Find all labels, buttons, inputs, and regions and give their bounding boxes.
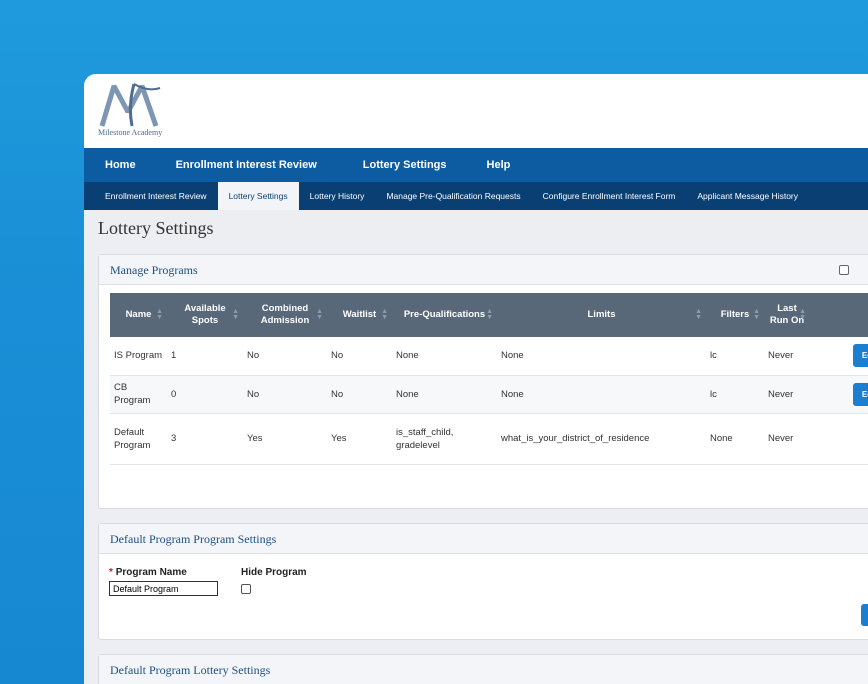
cell-prequal: is_staff_child, gradelevel bbox=[392, 413, 497, 465]
cell-filters: lc bbox=[706, 375, 764, 414]
sort-icon: ▲ ▼ bbox=[156, 308, 163, 321]
subnav-manage-prequalification-requests[interactable]: Manage Pre-Qualification Requests bbox=[375, 182, 531, 210]
cell-name: CB Program bbox=[110, 375, 167, 414]
save-button[interactable] bbox=[861, 604, 868, 626]
col-header-limits[interactable]: Limits ▲ ▼ bbox=[497, 293, 706, 337]
table-row: Default Program 3 Yes Yes is_staff_child… bbox=[110, 413, 868, 465]
cell-combined: Yes bbox=[243, 413, 327, 465]
table-row: IS Program 1 No No None None lc Never Ed… bbox=[110, 337, 868, 376]
cell-filters: lc bbox=[706, 337, 764, 376]
subnav-enrollment-interest-review[interactable]: Enrollment Interest Review bbox=[94, 182, 218, 210]
sort-icon: ▲ ▼ bbox=[486, 308, 493, 321]
cell-spots: 1 bbox=[167, 337, 243, 376]
col-header-pre-qualifications[interactable]: Pre-Qualifications ▲ ▼ bbox=[392, 293, 497, 337]
nav-enrollment-interest-review[interactable]: Enrollment Interest Review bbox=[156, 148, 337, 182]
subnav-lottery-history[interactable]: Lottery History bbox=[299, 182, 376, 210]
cell-name: Default Program bbox=[110, 413, 167, 465]
col-header-name[interactable]: Name ▲ ▼ bbox=[110, 293, 167, 337]
sort-icon: ▲ ▼ bbox=[799, 308, 806, 321]
panel-title: Default Program Lottery Settings bbox=[110, 663, 271, 677]
program-settings-header: Default Program Program Settings bbox=[99, 524, 868, 554]
manage-programs-header: Manage Programs bbox=[99, 255, 868, 285]
edit-button[interactable]: Edit bbox=[852, 344, 868, 368]
hide-program-checkbox[interactable] bbox=[241, 584, 251, 594]
sub-nav: Enrollment Interest Review Lottery Setti… bbox=[84, 182, 868, 210]
select-all-checkbox[interactable] bbox=[839, 265, 849, 275]
col-header-actions bbox=[810, 293, 868, 337]
manage-programs-panel: Manage Programs Name ▲ ▼ Available Spots ▲ ▼… bbox=[98, 254, 868, 509]
cell-filters: None bbox=[706, 413, 764, 465]
col-header-combined-admission[interactable]: Combined Admission ▲ ▼ bbox=[243, 293, 327, 337]
col-header-available-spots[interactable]: Available Spots ▲ ▼ bbox=[167, 293, 243, 337]
sort-icon: ▲ ▼ bbox=[232, 308, 239, 321]
nav-help[interactable]: Help bbox=[467, 148, 531, 182]
cell-waitlist: No bbox=[327, 375, 392, 414]
panel-title: Manage Programs bbox=[110, 263, 198, 277]
cell-last-run: Never bbox=[764, 337, 810, 376]
cell-limits: None bbox=[497, 375, 706, 414]
cell-prequal: None bbox=[392, 337, 497, 376]
header-logo-bar: Milestone Academy bbox=[84, 74, 868, 148]
nav-home[interactable]: Home bbox=[84, 148, 156, 182]
cell-actions: Edit bbox=[810, 337, 868, 376]
cell-waitlist: Yes bbox=[327, 413, 392, 465]
main-nav: Home Enrollment Interest Review Lottery … bbox=[84, 148, 868, 182]
hide-program-label: Hide Program bbox=[241, 567, 307, 578]
required-mark: * bbox=[109, 567, 113, 578]
brand-name: Milestone Academy bbox=[98, 128, 163, 137]
edit-button[interactable]: Edit bbox=[852, 382, 868, 406]
cell-combined: No bbox=[243, 375, 327, 414]
cell-prequal: None bbox=[392, 375, 497, 414]
page-title: Lottery Settings bbox=[98, 218, 214, 238]
sort-icon: ▲ ▼ bbox=[695, 308, 702, 321]
lottery-settings-panel: Default Program Lottery Settings bbox=[98, 654, 868, 684]
cell-last-run: Never bbox=[764, 375, 810, 414]
program-name-input[interactable]: Default Program bbox=[109, 581, 218, 596]
app-window: Milestone Academy Home Enrollment Intere… bbox=[84, 74, 868, 684]
program-settings-panel: Default Program Program Settings * Progr… bbox=[98, 523, 868, 640]
col-header-waitlist[interactable]: Waitlist ▲ ▼ bbox=[327, 293, 392, 337]
panel-title: Default Program Program Settings bbox=[110, 532, 277, 546]
subnav-applicant-message-history[interactable]: Applicant Message History bbox=[686, 182, 809, 210]
subnav-lottery-settings[interactable]: Lottery Settings bbox=[217, 182, 299, 210]
cell-last-run: Never bbox=[764, 413, 810, 465]
programs-table: Name ▲ ▼ Available Spots ▲ ▼ Combined Admiss… bbox=[110, 293, 868, 465]
sort-icon: ▲ ▼ bbox=[753, 308, 760, 321]
program-name-label: * Program Name bbox=[109, 567, 187, 578]
cell-name: IS Program bbox=[110, 337, 167, 376]
cell-actions: Edit bbox=[810, 375, 868, 414]
table-row: CB Program 0 No No None None lc Never Ed… bbox=[110, 375, 868, 414]
table-header-row: Name ▲ ▼ Available Spots ▲ ▼ Combined Admiss… bbox=[110, 293, 868, 337]
nav-lottery-settings[interactable]: Lottery Settings bbox=[343, 148, 467, 182]
cell-spots: 0 bbox=[167, 375, 243, 414]
cell-waitlist: No bbox=[327, 337, 392, 376]
cell-actions bbox=[810, 413, 868, 465]
cell-spots: 3 bbox=[167, 413, 243, 465]
sort-icon: ▲ ▼ bbox=[316, 308, 323, 321]
cell-limits: what_is_your_district_of_residence bbox=[497, 413, 706, 465]
sort-icon: ▲ ▼ bbox=[381, 308, 388, 321]
milestone-logo[interactable]: Milestone Academy bbox=[98, 82, 168, 140]
cell-limits: None bbox=[497, 337, 706, 376]
col-header-filters[interactable]: Filters ▲ ▼ bbox=[706, 293, 764, 337]
subnav-configure-enrollment-interest-form[interactable]: Configure Enrollment Interest Form bbox=[532, 182, 687, 210]
cell-combined: No bbox=[243, 337, 327, 376]
col-header-last-run-on[interactable]: Last Run On ▲ ▼ bbox=[764, 293, 810, 337]
lottery-settings-header: Default Program Lottery Settings bbox=[99, 655, 868, 684]
